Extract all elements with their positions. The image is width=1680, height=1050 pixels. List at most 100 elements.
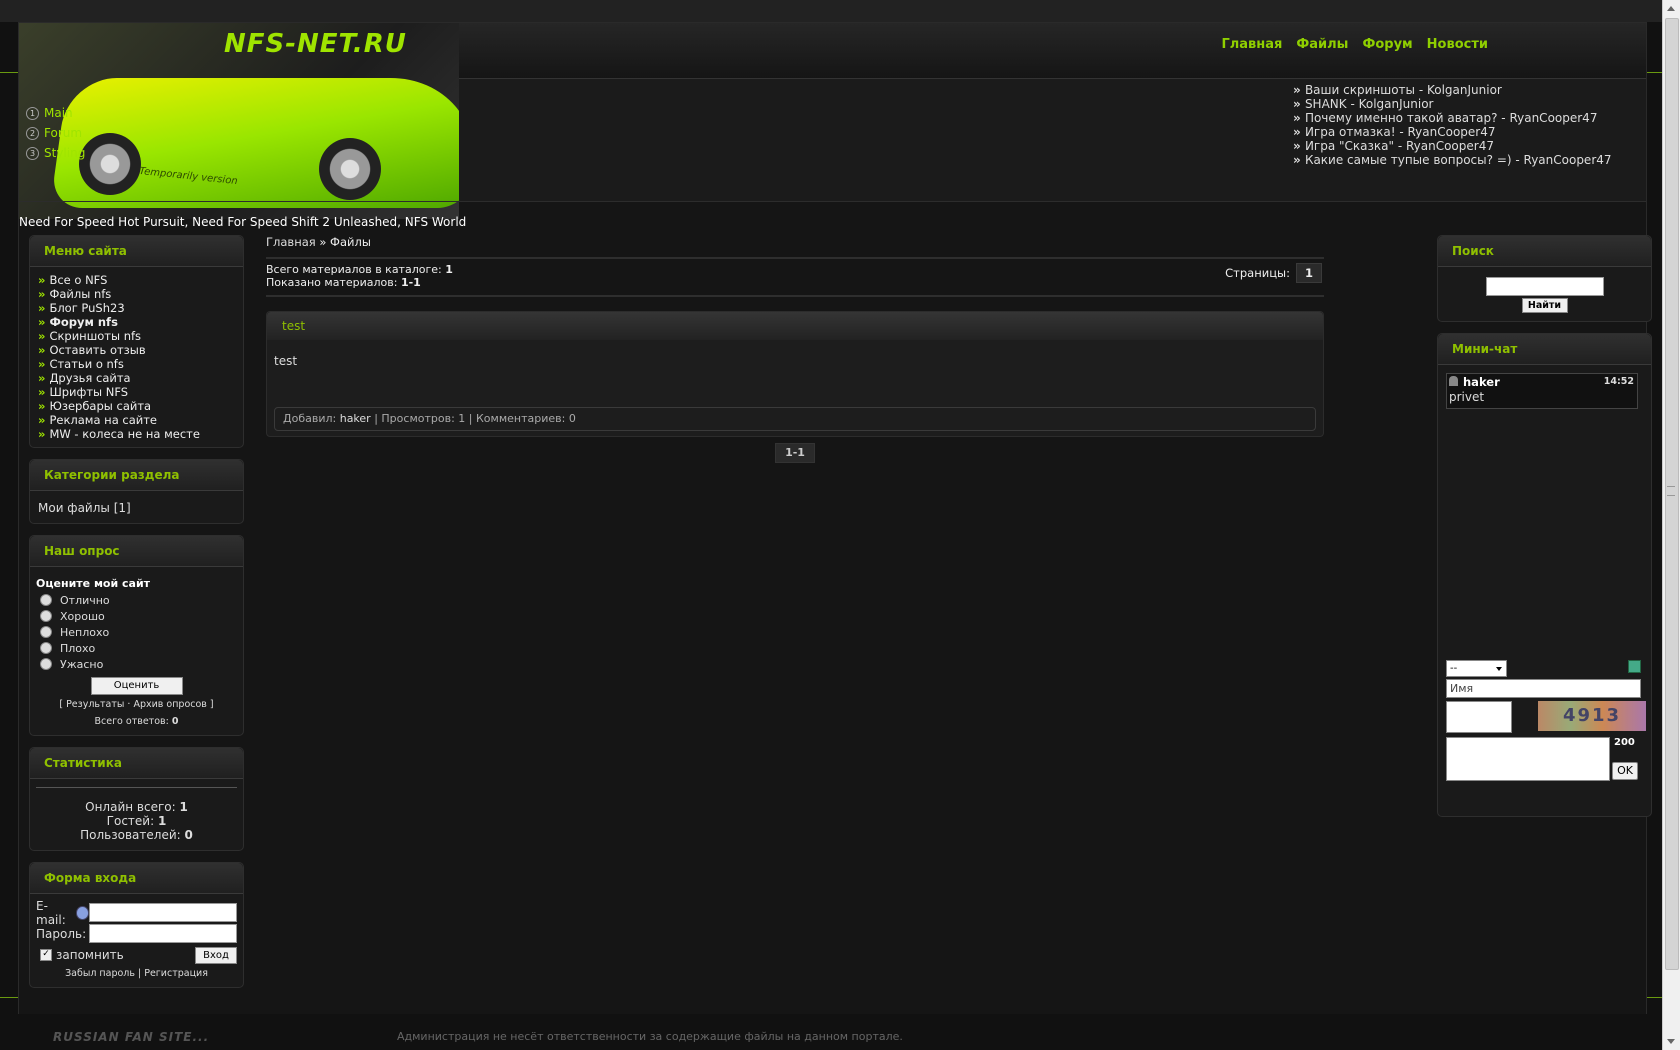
- stats-value: 1: [157, 814, 167, 828]
- chat-name-field[interactable]: Имя: [1446, 679, 1641, 698]
- header-menu-styling[interactable]: 3 Styling: [22, 143, 122, 163]
- block-title: Наш опрос: [30, 536, 243, 567]
- divider: [266, 295, 1324, 297]
- latest-post-link[interactable]: Ваши скриншоты - KolganJunior: [1293, 83, 1612, 97]
- menu-item-active[interactable]: Форум nfs: [38, 315, 235, 329]
- bottom-pager[interactable]: 1-1: [775, 443, 815, 463]
- left-sidebar: Меню сайта Все о NFS Файлы nfs Блог PuSh…: [29, 235, 244, 999]
- decor-line: [0, 997, 18, 998]
- header-menu-forum[interactable]: 2 Forum: [22, 123, 122, 143]
- total-materials: Всего материалов в каталоге: 1: [266, 263, 1324, 276]
- stats-block: Статистика Онлайн всего: 1 Гостей: 1 Пол…: [29, 747, 244, 851]
- block-title: Статистика: [30, 748, 243, 779]
- scroll-down-icon[interactable]: [1667, 1039, 1675, 1044]
- refresh-icon[interactable]: [1628, 660, 1641, 673]
- forgot-password-link[interactable]: Забыл пароль: [65, 968, 135, 979]
- nav-files[interactable]: Файлы: [1296, 37, 1348, 52]
- char-counter: 200: [1614, 737, 1635, 748]
- poll-option-label: Отлично: [60, 593, 110, 607]
- poll-results-link[interactable]: Результаты: [66, 699, 124, 710]
- search-input[interactable]: [1485, 277, 1604, 296]
- poll-option-label: Ужасно: [60, 657, 104, 671]
- header-menu-main[interactable]: 1 Main: [22, 103, 122, 123]
- nav-news[interactable]: Новости: [1427, 37, 1488, 52]
- number-3-icon: 3: [26, 146, 39, 160]
- radio-button[interactable]: [40, 610, 52, 622]
- radio-button[interactable]: [40, 658, 52, 670]
- chat-username[interactable]: haker: [1463, 375, 1500, 389]
- breadcrumb-home[interactable]: Главная: [266, 235, 316, 249]
- latest-post-link[interactable]: Игра "Сказка" - RyanCooper47: [1293, 139, 1612, 153]
- login-button[interactable]: Вход: [195, 946, 237, 964]
- menu-item[interactable]: Оставить отзыв: [38, 343, 235, 357]
- scroll-up-icon[interactable]: [1667, 6, 1675, 11]
- shown-label: Показано материалов:: [266, 276, 398, 289]
- header-banner: NFS-NET.RU Temporarily version 1 Main 2 Fo…: [19, 23, 459, 219]
- latest-post-link[interactable]: Почему именно такой аватар? - RyanCooper…: [1293, 111, 1612, 125]
- smiley-select[interactable]: --: [1446, 660, 1507, 677]
- page-wrapper: NFS-NET.RU Temporarily version 1 Main 2 Fo…: [18, 22, 1652, 1016]
- entry-body: test: [274, 354, 298, 368]
- radio-button[interactable]: [40, 626, 52, 638]
- categories-block: Категории раздела Мои файлы [1]: [29, 459, 244, 524]
- author-link[interactable]: haker: [340, 412, 371, 425]
- poll-option[interactable]: Отлично: [36, 592, 237, 608]
- remember-checkbox[interactable]: ✓: [40, 949, 52, 961]
- site-menu-block: Меню сайта Все о NFS Файлы nfs Блог PuSh…: [29, 235, 244, 448]
- menu-item[interactable]: Друзья сайта: [38, 371, 235, 385]
- pagination: Страницы: 1: [1225, 263, 1322, 283]
- stats-content: Онлайн всего: 1 Гостей: 1 Пользователей:…: [30, 779, 243, 844]
- chat-message-input[interactable]: [1446, 737, 1610, 781]
- poll-option-label: Хорошо: [60, 609, 105, 623]
- poll-archive-link[interactable]: Архив опросов: [133, 699, 206, 710]
- menu-item[interactable]: Скриншоты nfs: [38, 329, 235, 343]
- poll-option[interactable]: Неплохо: [36, 624, 237, 640]
- breadcrumb: Главная » Файлы: [266, 235, 1324, 249]
- menu-item[interactable]: Реклама на сайте: [38, 413, 235, 427]
- menu-item[interactable]: Статьи о nfs: [38, 357, 235, 371]
- category-label[interactable]: Мои файлы: [38, 501, 110, 515]
- right-sidebar: Поиск Найти Мини-чат haker 14:52 privet …: [1437, 235, 1652, 828]
- search-button[interactable]: Найти: [1521, 298, 1568, 313]
- menu-item[interactable]: Все о NFS: [38, 273, 235, 287]
- category-item[interactable]: Мои файлы [1]: [30, 491, 243, 517]
- radio-button[interactable]: [40, 594, 52, 606]
- captcha-input[interactable]: [1446, 701, 1512, 733]
- stats-users: Пользователей: 0: [36, 828, 237, 842]
- vertical-scrollbar[interactable]: [1662, 0, 1680, 1050]
- latest-post-link[interactable]: Какие самые тупые вопросы? =) - RyanCoop…: [1293, 153, 1612, 167]
- radio-button[interactable]: [40, 642, 52, 654]
- divider: [266, 257, 1324, 259]
- poll-option[interactable]: Ужасно: [36, 656, 237, 672]
- register-link[interactable]: Регистрация: [144, 968, 208, 979]
- menu-item[interactable]: Шрифты NFS: [38, 385, 235, 399]
- menu-item[interactable]: Юзербары сайта: [38, 399, 235, 413]
- remember-row: ✓ запомнить Вход: [36, 946, 237, 964]
- email-field[interactable]: [89, 903, 237, 922]
- password-field[interactable]: [89, 924, 237, 943]
- poll-option[interactable]: Хорошо: [36, 608, 237, 624]
- entry-title[interactable]: test: [267, 312, 1323, 340]
- breadcrumb-separator: »: [319, 235, 327, 249]
- email-label: E-mail:: [36, 898, 66, 927]
- page-current[interactable]: 1: [1296, 263, 1322, 283]
- chat-send-button[interactable]: OK: [1612, 762, 1638, 780]
- remember-label: запомнить: [56, 948, 124, 962]
- menu-item[interactable]: Блог PuSh23: [38, 301, 235, 315]
- divider: [36, 787, 237, 788]
- header-menu-label: Styling: [44, 146, 86, 160]
- latest-post-link[interactable]: SHANK - KolganJunior: [1293, 97, 1612, 111]
- menu-item[interactable]: MW - колеса не на месте: [38, 427, 235, 441]
- vote-button[interactable]: Оценить: [90, 677, 183, 695]
- site-header: NFS-NET.RU Temporarily version 1 Main 2 Fo…: [19, 23, 1646, 219]
- main-content: Главная » Файлы Всего материалов в катал…: [266, 235, 1324, 463]
- stats-label: Онлайн всего:: [85, 800, 176, 814]
- latest-post-link[interactable]: Игра отмазка! - RyanCooper47: [1293, 125, 1612, 139]
- total-label: Всего материалов в каталоге:: [266, 263, 442, 276]
- menu-item[interactable]: Файлы nfs: [38, 287, 235, 301]
- poll-option[interactable]: Плохо: [36, 640, 237, 656]
- nav-forum[interactable]: Форум: [1362, 37, 1412, 52]
- nav-home[interactable]: Главная: [1221, 37, 1282, 52]
- openid-icon[interactable]: [75, 905, 89, 920]
- site-logo[interactable]: NFS-NET.RU: [224, 29, 407, 59]
